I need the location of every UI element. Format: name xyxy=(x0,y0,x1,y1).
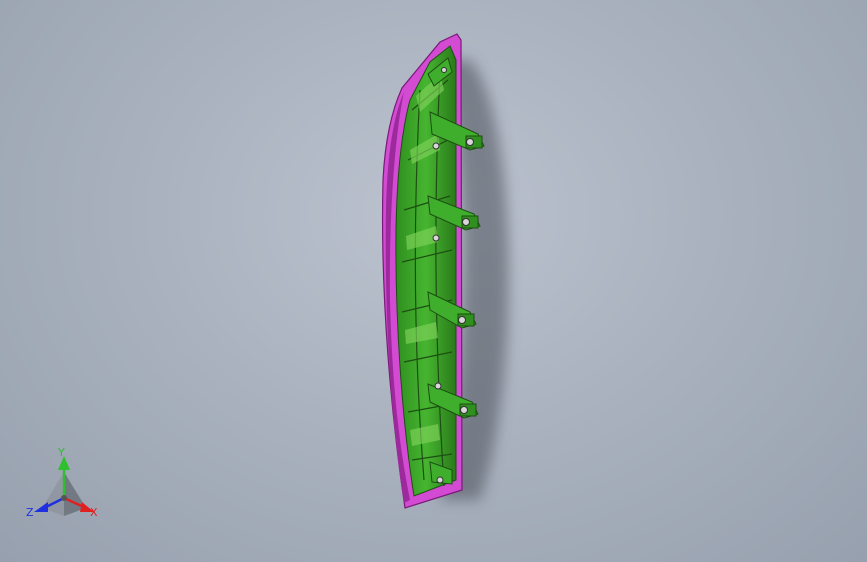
model-view[interactable] xyxy=(0,0,867,562)
fastener-icon xyxy=(460,406,468,414)
fastener-icon xyxy=(441,67,447,73)
fastener-icon xyxy=(434,382,442,390)
fastener-icon xyxy=(466,138,474,146)
axis-triad: Y X Z xyxy=(26,446,98,519)
z-axis-arrow-icon xyxy=(34,502,48,512)
triad-origin xyxy=(61,495,67,501)
z-axis-label: Z xyxy=(26,506,34,519)
fastener-icon xyxy=(462,218,470,226)
fastener-icon xyxy=(432,234,440,242)
fastener-icon xyxy=(436,476,444,484)
y-axis-label: Y xyxy=(57,446,65,459)
fastener-icon xyxy=(458,316,466,324)
graphics-viewport[interactable]: Y X Z xyxy=(0,0,867,562)
x-axis-label: X xyxy=(90,506,98,519)
fastener-icon xyxy=(432,142,440,150)
